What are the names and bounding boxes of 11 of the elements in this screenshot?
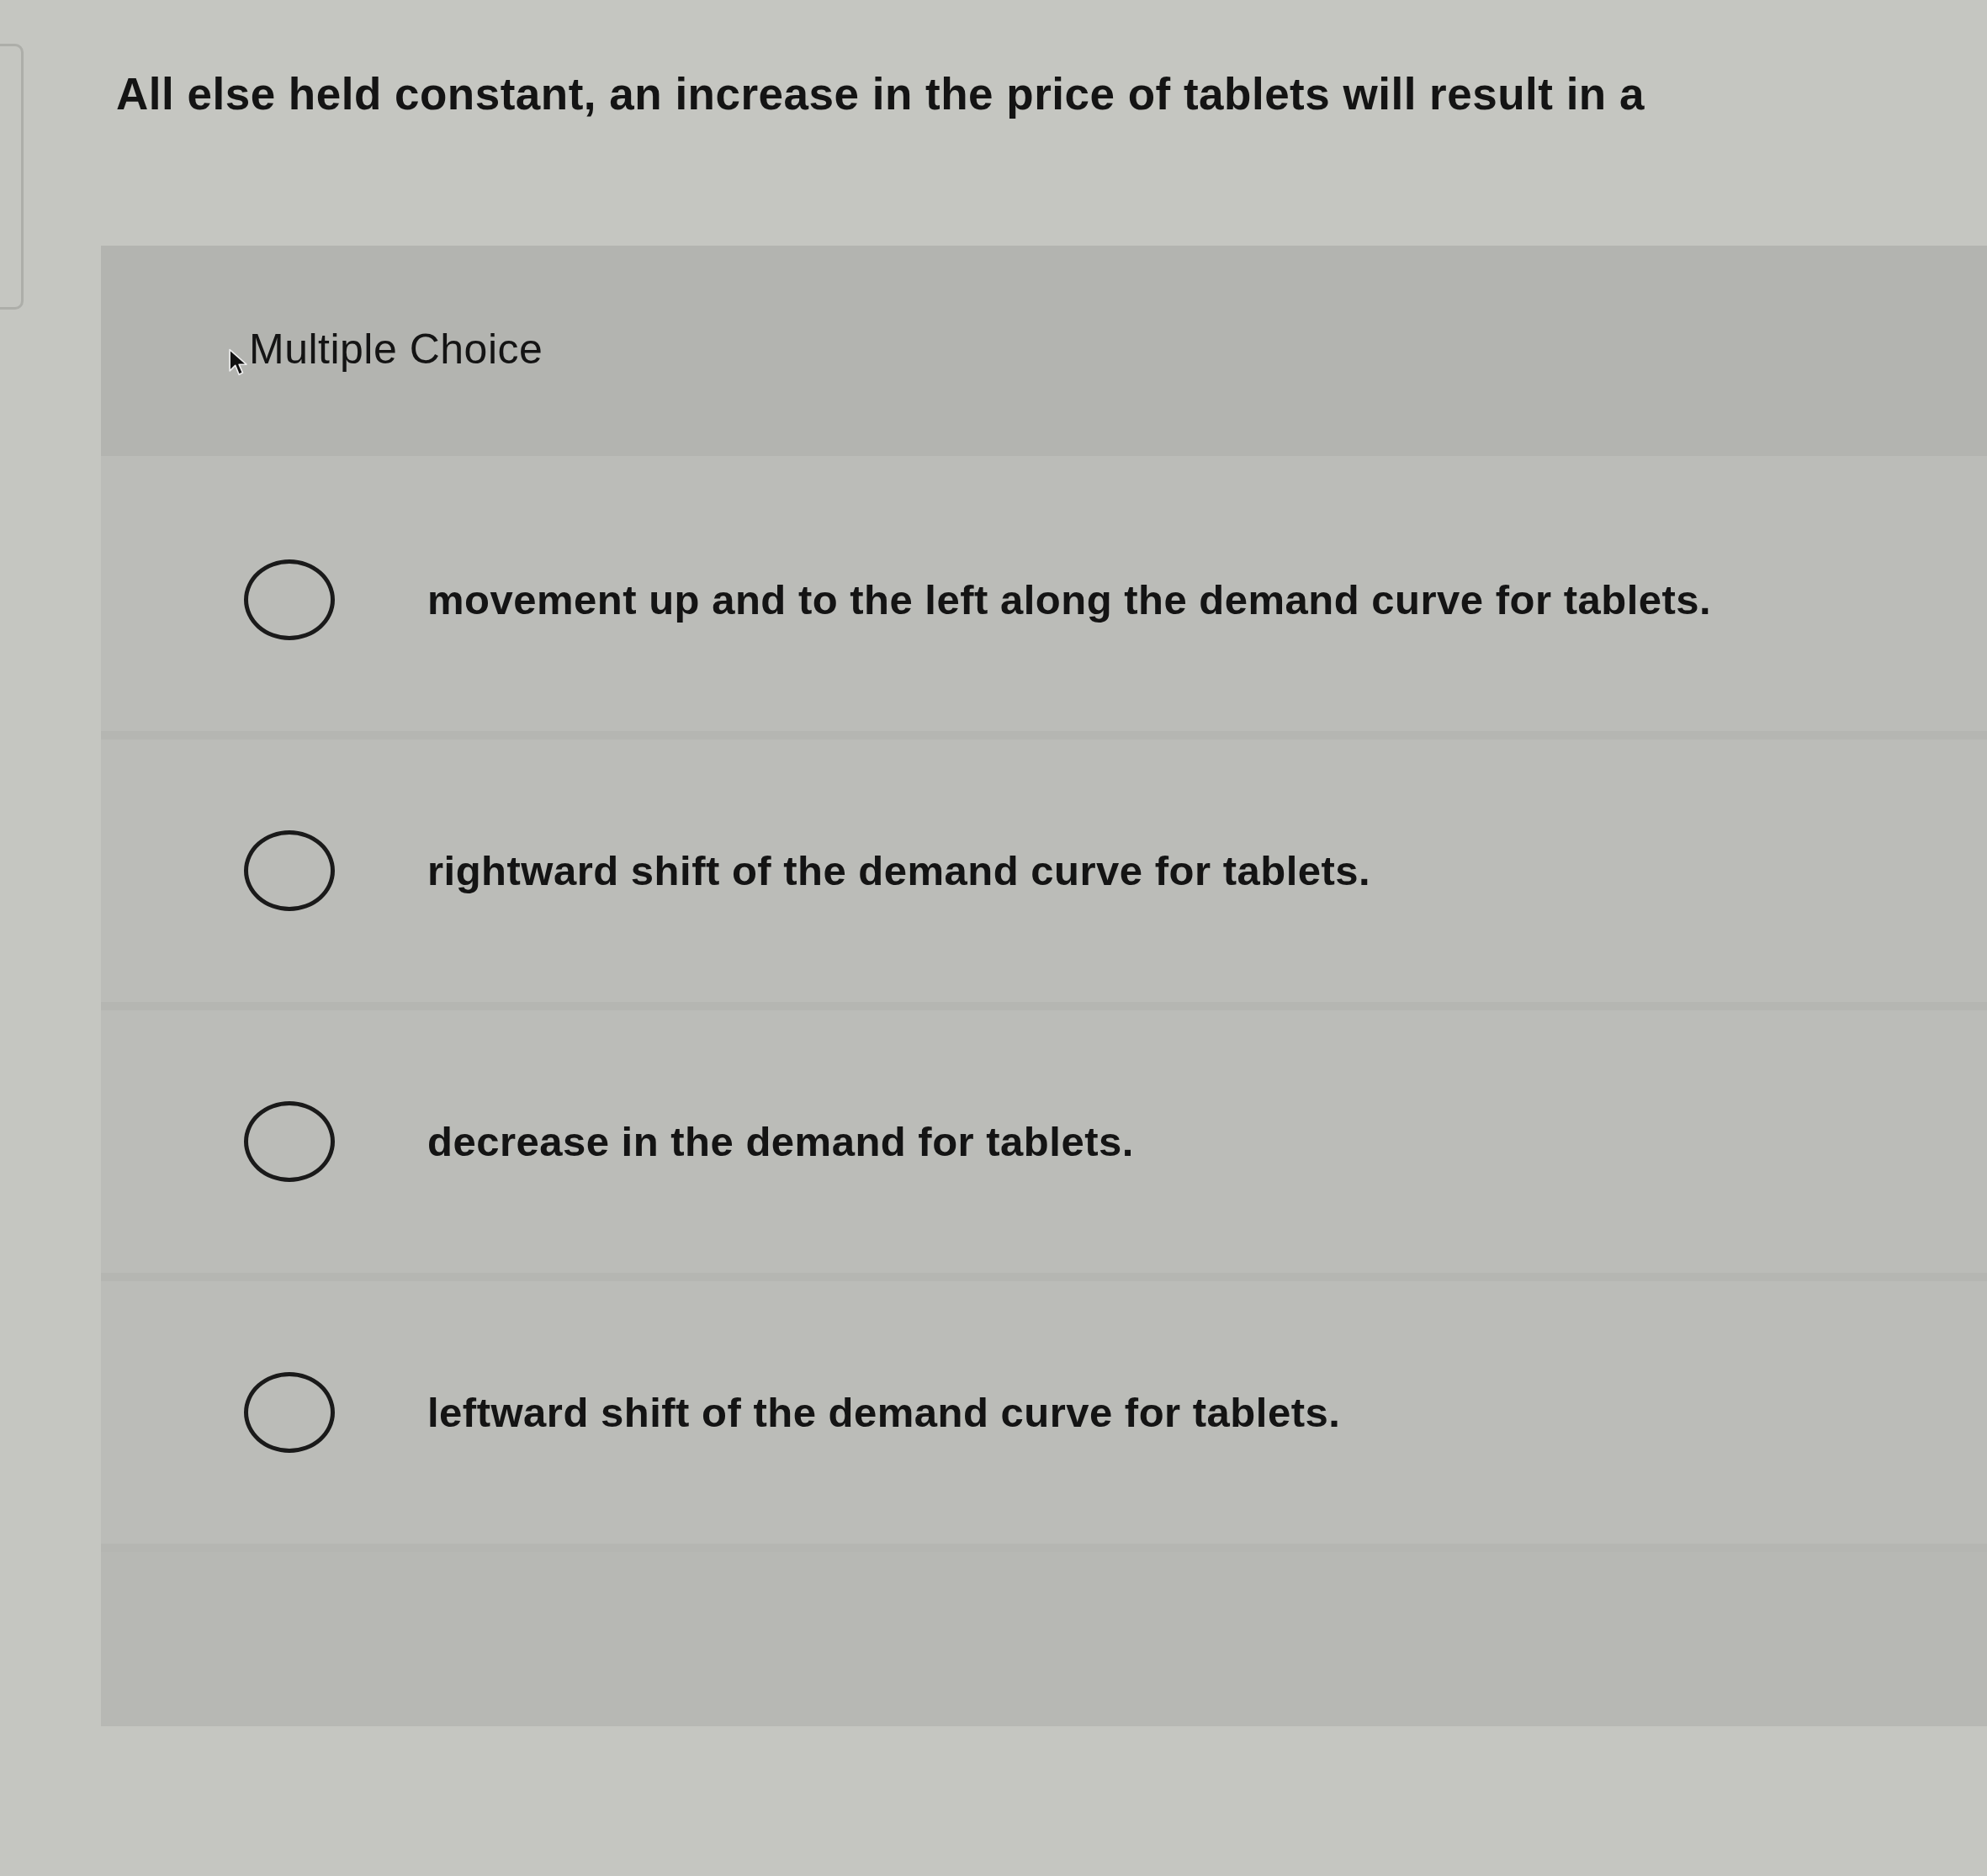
- option-label[interactable]: decrease in the demand for tablets.: [427, 1115, 1134, 1169]
- question-type-label: Multiple Choice: [249, 325, 543, 374]
- option-label[interactable]: leftward shift of the demand curve for tablets.: [427, 1386, 1341, 1439]
- radio-button[interactable]: [244, 1372, 335, 1453]
- radio-button[interactable]: [244, 830, 335, 911]
- mouse-pointer-icon: [229, 348, 247, 377]
- radio-button[interactable]: [244, 559, 335, 640]
- question-text: All else held constant, an increase in the price of tablets will result in a: [116, 68, 1645, 120]
- radio-button[interactable]: [244, 1101, 335, 1182]
- option-label[interactable]: rightward shift of the demand curve for tablets.: [427, 844, 1371, 898]
- option-label[interactable]: movement up and to the left along the demand curve for tablets.: [427, 573, 1712, 627]
